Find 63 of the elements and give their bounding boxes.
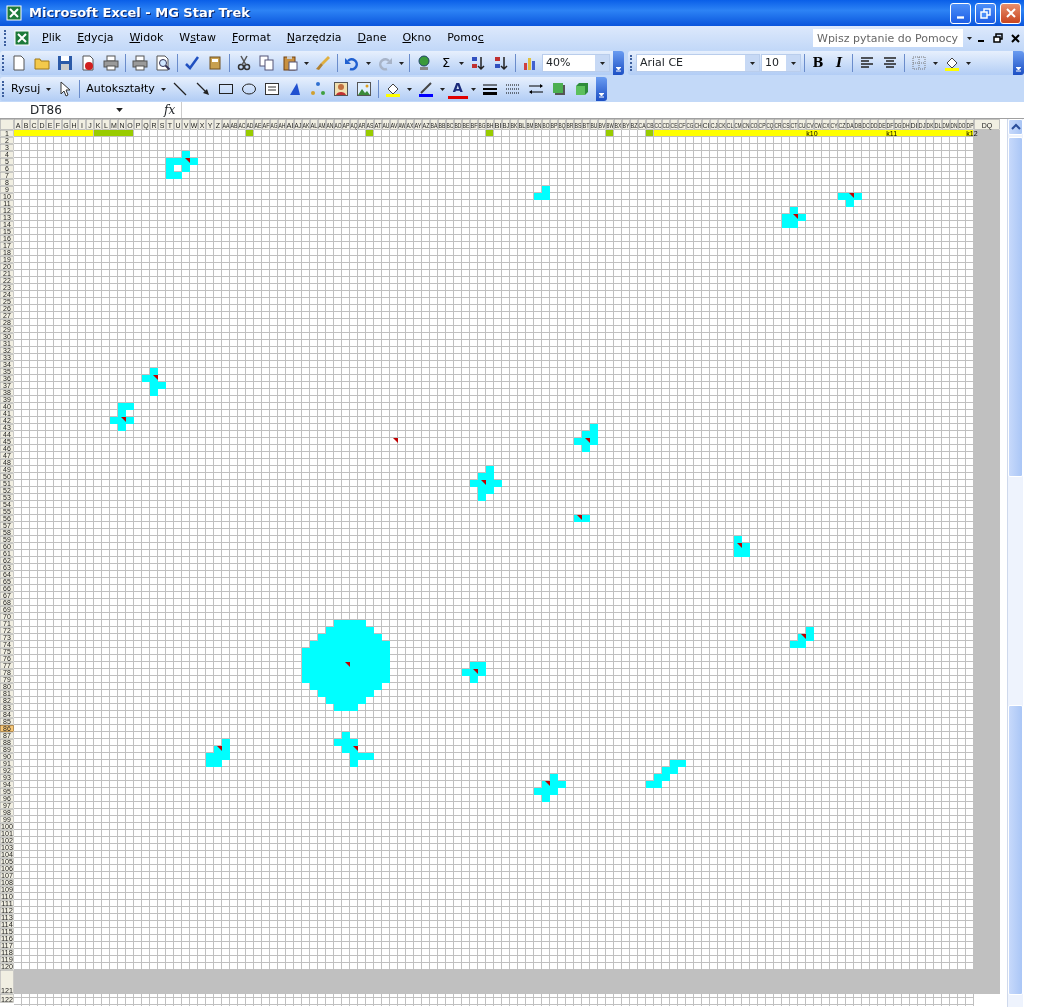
menu-item[interactable]: Edycja [70,28,121,48]
caret-icon[interactable] [786,55,800,71]
window-title: Microsoft Excel - MG Star Trek [29,4,251,23]
highlighted-cells [782,207,806,228]
highlighted-cells [334,732,374,767]
spreadsheet-app-icon [3,2,25,24]
highlighted-cells [534,186,550,200]
autoshapes-menu-button[interactable]: Autokształty [83,78,158,100]
caret-icon[interactable] [745,55,759,71]
menu-item[interactable]: Pomoc [440,28,491,48]
close-icon [1005,8,1016,18]
highlighted-cells [574,424,598,452]
comment-marker-icon [545,781,550,786]
highlighted-cells [534,774,566,802]
comment-marker-icon [801,634,806,639]
scroll-up-icon[interactable] [1008,119,1023,135]
highlighted-cells [646,760,686,788]
comment-marker-icon [217,746,222,751]
menu-item[interactable]: Widok [122,28,171,48]
printer-icon[interactable] [129,52,151,74]
toolbar-options-icon[interactable] [595,77,607,101]
font-dropdown[interactable]: Arial CE [636,54,760,72]
autosum-button[interactable]: Σ [436,52,456,74]
comment-marker-icon [577,515,582,520]
bold-button[interactable]: B [808,52,828,74]
menu-item[interactable]: Narzędzia [279,28,349,48]
highlighted-cells [574,515,590,522]
restore-icon [980,7,991,19]
font-size-dropdown[interactable]: 10 [761,54,801,72]
highlighted-cells [470,466,502,501]
highlighted-cells [462,662,486,683]
menu-item[interactable]: Dane [350,28,394,48]
comment-marker-icon [849,193,854,198]
comment-marker-icon [393,438,398,443]
highlighted-cells [110,403,134,431]
workbook-icon[interactable] [11,27,33,49]
zoom-dropdown[interactable]: 40% [542,54,610,72]
italic-button[interactable]: I [829,52,849,74]
menu-item[interactable]: Wstaw [172,28,223,48]
font-color-button[interactable]: A [447,79,468,99]
draw-menu-button[interactable]: Rysuj [8,78,44,100]
email-printer-icon[interactable] [100,52,122,74]
minimize-button[interactable] [950,2,971,24]
highlighted-cells [790,627,814,648]
highlighted-cells [838,193,862,207]
help-search-field[interactable]: Wpisz pytanie do Pomocy [813,29,963,47]
toolbar-options-icon[interactable] [1013,51,1024,75]
highlighted-cells [206,739,230,767]
scroll-thumb[interactable] [1008,705,1023,995]
function-button[interactable]: fx [164,101,176,119]
menu-item[interactable]: Plik [35,28,69,48]
menu-item[interactable]: Okno [395,28,439,48]
caret-icon[interactable] [595,55,609,71]
scroll-thumb[interactable] [1008,137,1023,477]
menu-item[interactable]: Format [224,28,278,48]
restore-button[interactable] [975,2,996,24]
vertical-scrollbar[interactable] [1007,119,1023,1007]
close-button[interactable] [1000,2,1021,24]
toolbar-options-icon[interactable] [613,51,624,75]
minimize-icon [957,15,964,19]
highlighted-cells [142,368,166,396]
highlighted-cells [166,151,198,179]
highlighted-cells [734,536,750,557]
